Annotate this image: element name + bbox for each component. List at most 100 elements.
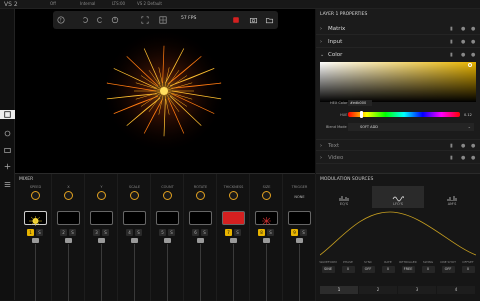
visibility-icon[interactable]: ● [461, 143, 465, 149]
lock-icon[interactable]: ▮ [450, 143, 453, 149]
param-knob[interactable] [130, 191, 139, 200]
topbar-item-preset[interactable]: VS 2 Default [137, 1, 162, 6]
hue-slider-handle[interactable] [360, 111, 363, 118]
channel-number-badge[interactable]: 9 [291, 229, 298, 236]
fader-track[interactable] [101, 244, 102, 301]
lock-icon[interactable]: ▮ [450, 155, 453, 161]
reset-icon[interactable]: ● [471, 26, 475, 32]
lfo-param-value[interactable]: 0 [381, 266, 395, 273]
channel-thumbnail[interactable] [222, 211, 245, 225]
fader-track[interactable] [167, 244, 168, 301]
reset-icon[interactable]: ● [471, 52, 475, 58]
channel-thumbnail[interactable] [189, 211, 212, 225]
fader-handle[interactable] [230, 238, 237, 243]
hex-input[interactable]: #edb000 [348, 100, 372, 106]
param-knob[interactable] [31, 191, 40, 200]
page-button[interactable]: 1 [320, 286, 358, 294]
lfo-param-value[interactable]: 0 [421, 266, 435, 273]
undo-icon[interactable] [80, 15, 90, 25]
channel-thumbnail[interactable] [24, 211, 47, 226]
fader-track[interactable] [299, 244, 300, 301]
effects-icon[interactable] [3, 162, 12, 171]
color-picker-handle[interactable] [468, 63, 472, 67]
fader-handle[interactable] [263, 238, 270, 243]
param-knob[interactable] [229, 191, 238, 200]
channel-solo-button[interactable]: S [201, 229, 208, 236]
channel-number-badge[interactable]: 5 [159, 229, 166, 236]
reset-icon[interactable]: ● [471, 39, 475, 45]
fader-handle[interactable] [197, 238, 204, 243]
page-button[interactable]: 4 [437, 286, 475, 294]
lfo-param[interactable]: SWING 0 [418, 260, 438, 273]
param-knob[interactable] [196, 191, 205, 200]
lfo-param[interactable]: RETRIGGER FREE [398, 260, 418, 273]
lfo-param-value[interactable]: OFF [361, 266, 375, 273]
record-icon[interactable] [231, 15, 241, 25]
channel-solo-button[interactable]: S [267, 229, 274, 236]
channel-thumbnail[interactable] [156, 211, 179, 225]
lfo-param[interactable]: SYNC OFF [358, 260, 378, 273]
tab-lfos[interactable]: LFO'S [372, 186, 424, 208]
section-color[interactable]: ⌄ Color ▮ ● ● [316, 49, 480, 61]
hue-slider[interactable] [348, 112, 460, 117]
channel-solo-button[interactable]: S [36, 229, 43, 236]
fullscreen-icon[interactable] [140, 15, 150, 25]
param-knob[interactable] [64, 191, 73, 200]
page-button[interactable]: 2 [359, 286, 397, 294]
mixer-icon[interactable] [3, 180, 12, 189]
fader-track[interactable] [134, 244, 135, 301]
lfo-param-value[interactable]: FREE [401, 266, 415, 273]
lock-icon[interactable]: ▮ [450, 26, 453, 32]
channel-solo-button[interactable]: S [102, 229, 109, 236]
param-knob[interactable] [262, 191, 271, 200]
lfo-param-value[interactable]: SINE [321, 266, 335, 273]
channel-thumbnail[interactable] [255, 211, 278, 225]
trigger-value[interactable]: NONE [283, 195, 316, 199]
reset-icon[interactable]: ● [471, 143, 475, 149]
channel-solo-button[interactable]: S [234, 229, 241, 236]
channel-solo-button[interactable]: S [69, 229, 76, 236]
visibility-icon[interactable]: ● [461, 52, 465, 58]
visibility-icon[interactable]: ● [461, 155, 465, 161]
folder-icon[interactable] [264, 15, 274, 25]
channel-solo-button[interactable]: S [300, 229, 307, 236]
param-knob[interactable] [97, 191, 106, 200]
fader-track[interactable] [35, 244, 36, 301]
topbar-item-sync[interactable]: Off [50, 1, 56, 6]
channel-thumbnail[interactable] [288, 211, 311, 225]
fader-handle[interactable] [98, 238, 105, 243]
lfo-param[interactable]: PHASE 0 [338, 260, 358, 273]
color-picker-area[interactable] [320, 62, 476, 102]
blend-mode-select[interactable]: SOFT ADD ⌄ [348, 123, 474, 131]
fader-handle[interactable] [296, 238, 303, 243]
lock-icon[interactable]: ▮ [450, 52, 453, 58]
visibility-icon[interactable]: ● [461, 26, 465, 32]
tab-ams[interactable]: AM'S [426, 186, 478, 208]
help-icon[interactable]: ? [56, 15, 66, 25]
preview-viewport[interactable] [15, 9, 315, 173]
camera-icon[interactable] [248, 15, 258, 25]
lfo-param[interactable]: RATE 0 [378, 260, 398, 273]
channel-number-badge[interactable]: 3 [93, 229, 100, 236]
grid-icon[interactable] [158, 15, 168, 25]
channel-solo-button[interactable]: S [168, 229, 175, 236]
reset-icon[interactable]: ● [471, 155, 475, 161]
section-video[interactable]: › Video ▮ ● ● [316, 152, 480, 164]
fader-track[interactable] [266, 244, 267, 301]
channel-number-badge[interactable]: 7 [225, 229, 232, 236]
fader-handle[interactable] [65, 238, 72, 243]
lfo-param-value[interactable]: 0 [461, 266, 475, 273]
lfo-param[interactable]: WAVEFORM SINE [318, 260, 338, 273]
channel-number-badge[interactable]: 6 [192, 229, 199, 236]
topbar-item-clock[interactable]: Internal [80, 1, 95, 6]
channel-number-badge[interactable]: 4 [126, 229, 133, 236]
section-text[interactable]: › Text ▮ ● ● [316, 139, 480, 151]
tab-eqs[interactable]: EQ'S [318, 186, 370, 208]
lfo-param-value[interactable]: 0 [341, 266, 355, 273]
channel-number-badge[interactable]: 1 [27, 229, 34, 236]
visibility-icon[interactable]: ● [461, 39, 465, 45]
fader-track[interactable] [68, 244, 69, 301]
channel-solo-button[interactable]: S [135, 229, 142, 236]
fader-handle[interactable] [32, 238, 39, 243]
fader-track[interactable] [200, 244, 201, 301]
